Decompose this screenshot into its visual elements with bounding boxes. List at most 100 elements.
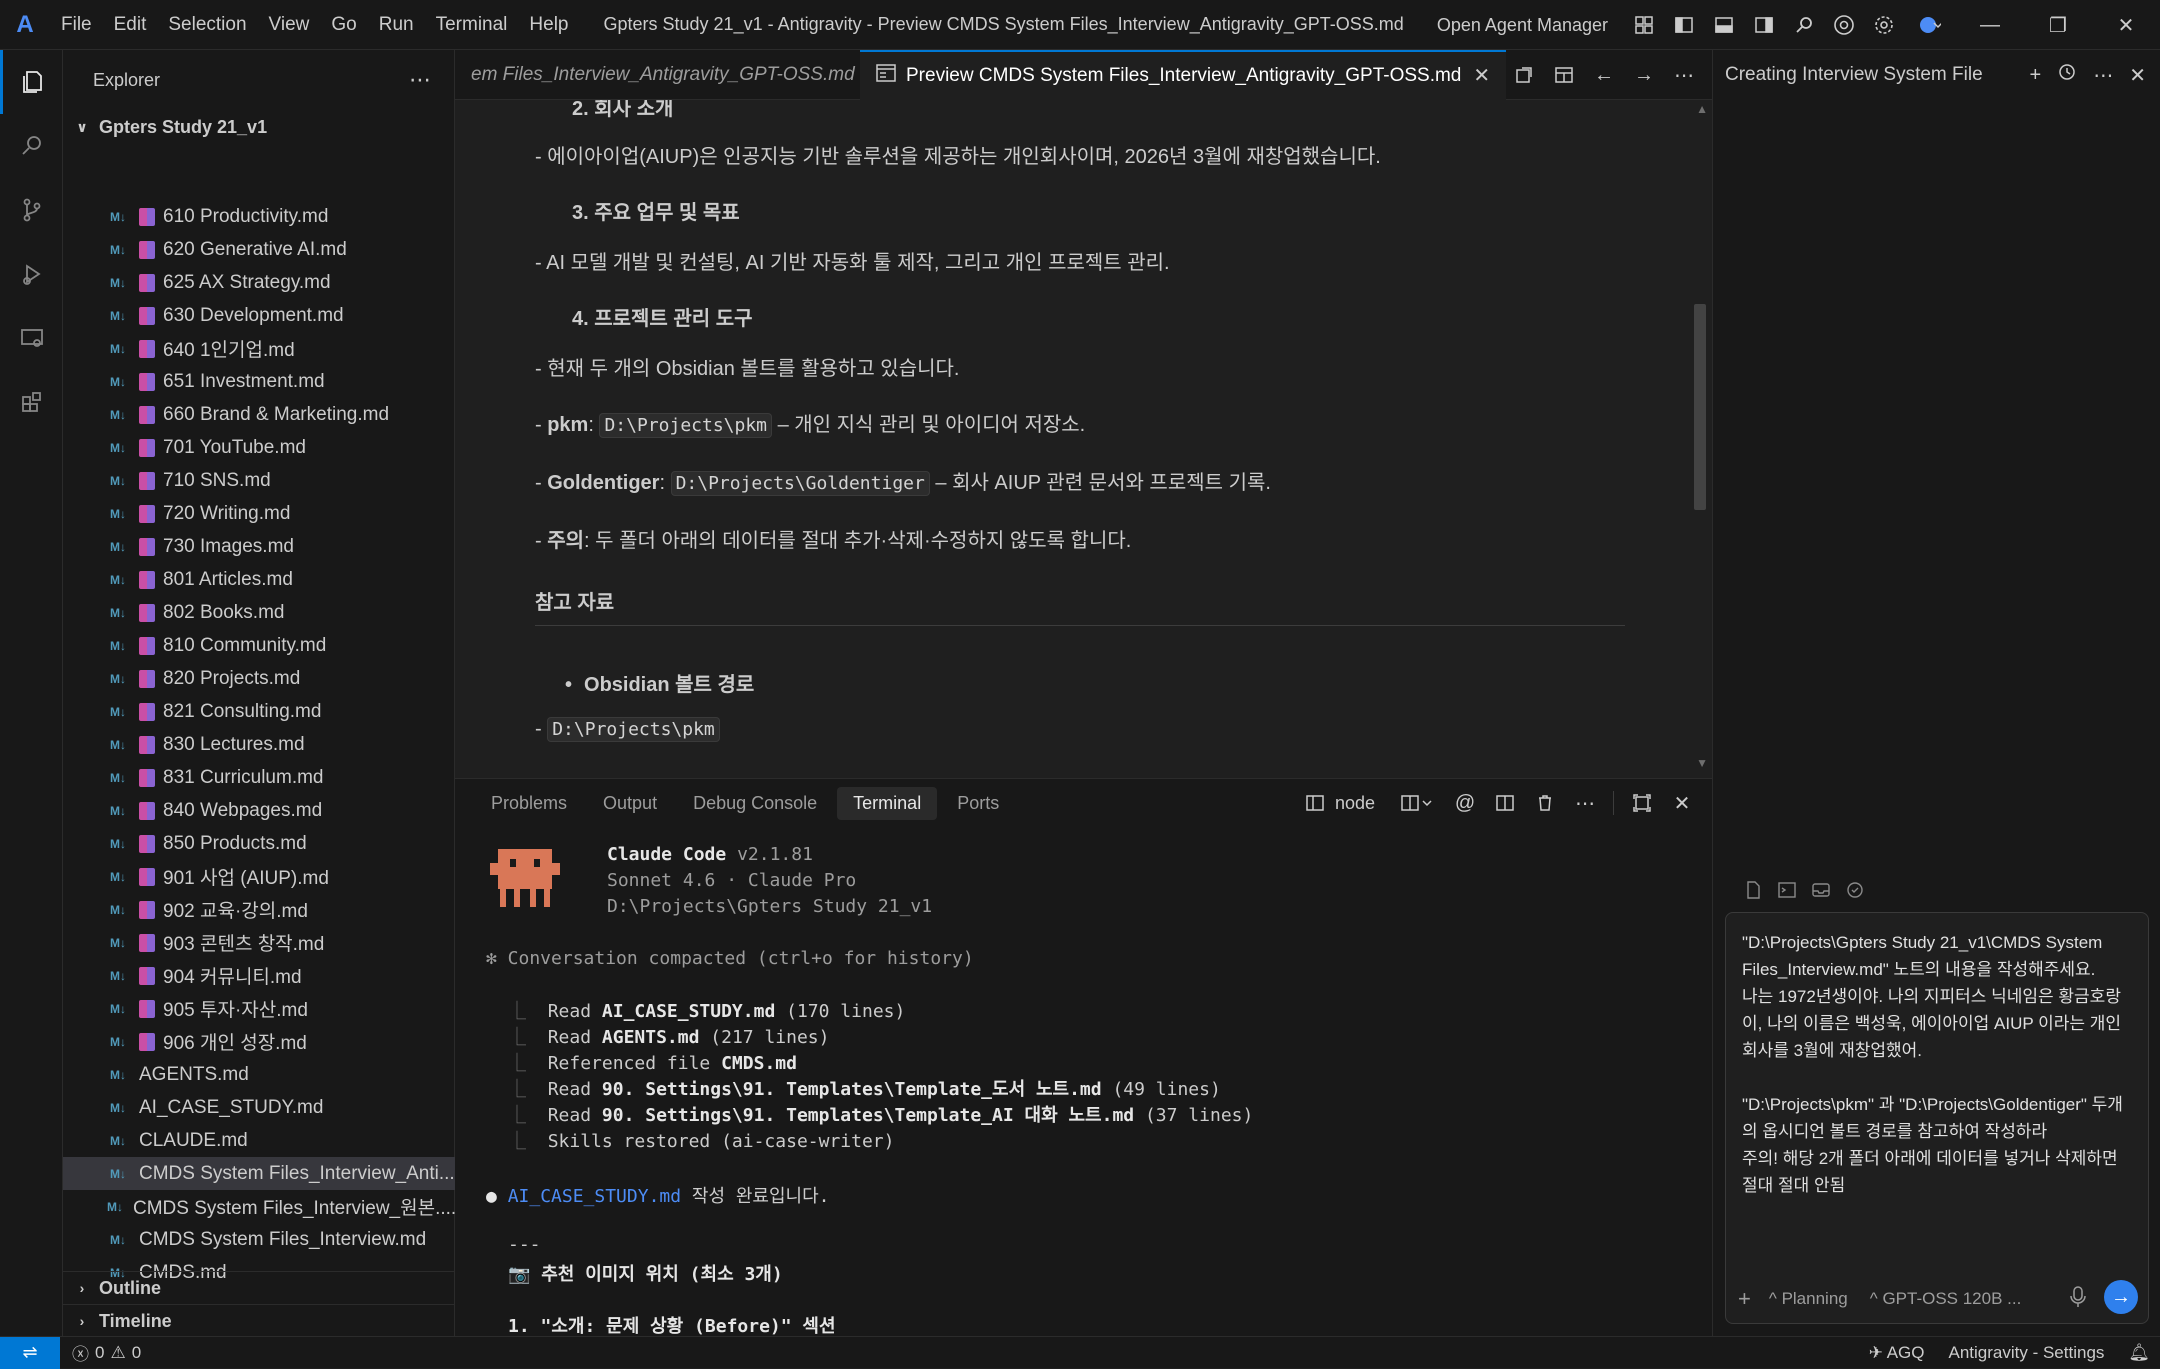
terminal-layout-icon[interactable] xyxy=(1301,789,1329,817)
shield-icon[interactable] xyxy=(1845,880,1865,905)
gear-icon[interactable] xyxy=(1870,11,1898,39)
restore-icon[interactable]: ❐ xyxy=(2024,0,2092,50)
settings-item[interactable]: Antigravity - Settings xyxy=(1949,1343,2105,1363)
tab-problems[interactable]: Problems xyxy=(475,787,583,820)
file-item[interactable]: M↓ AI_CASE_STUDY.md xyxy=(63,1091,455,1124)
search-icon[interactable] xyxy=(0,114,63,178)
trash-icon[interactable] xyxy=(1531,789,1559,817)
model-selector[interactable]: ^ GPT-OSS 120B ... xyxy=(1870,1289,2022,1309)
tab-ports[interactable]: Ports xyxy=(941,787,1015,820)
close-panel-icon[interactable]: ✕ xyxy=(1668,789,1696,817)
close-tab-icon[interactable]: ✕ xyxy=(1473,63,1490,88)
menu-view[interactable]: View xyxy=(258,0,321,50)
toggle-secondary-sidebar-icon[interactable] xyxy=(1750,11,1778,39)
open-agent-manager-button[interactable]: Open Agent Manager xyxy=(1437,15,1608,36)
mode-selector[interactable]: ^ Planning xyxy=(1769,1289,1848,1309)
file-item[interactable]: M↓ 840 Webpages.md xyxy=(63,794,455,827)
go-back-icon[interactable]: ← xyxy=(1590,61,1618,89)
close-agent-panel-icon[interactable]: ✕ xyxy=(2129,63,2146,88)
problems-indicator[interactable]: ⓧ 0 ⚠ 0 xyxy=(72,1340,141,1365)
file-item[interactable]: M↓ 651 Investment.md xyxy=(63,365,455,398)
customize-layout-icon[interactable] xyxy=(1630,11,1658,39)
terminal-output[interactable]: Claude Code v2.1.81 Sonnet 4.6 · Claude … xyxy=(455,827,1675,1337)
more-actions-icon[interactable]: ⋯ xyxy=(2093,63,2113,88)
go-forward-icon[interactable]: → xyxy=(1630,61,1658,89)
more-actions-icon[interactable]: ⋯ xyxy=(409,67,432,93)
file-item[interactable]: M↓ 831 Curriculum.md xyxy=(63,761,455,794)
explorer-icon[interactable] xyxy=(0,50,63,114)
file-item[interactable]: M↓ 830 Lectures.md xyxy=(63,728,455,761)
file-item[interactable]: M↓ 903 콘텐츠 창작.md xyxy=(63,926,455,959)
file-item[interactable]: M↓ 620 Generative AI.md xyxy=(63,233,455,266)
file-item[interactable]: M↓ CMDS System Files_Interview.md xyxy=(63,1223,455,1256)
remote-indicator-icon[interactable]: ⇌ xyxy=(0,1336,60,1369)
open-source-icon[interactable] xyxy=(1510,61,1538,89)
file-item[interactable]: M↓ 660 Brand & Marketing.md xyxy=(63,398,455,431)
mention-icon[interactable]: @ xyxy=(1451,789,1479,817)
workspace-folder[interactable]: ∨ Gpters Study 21_v1 xyxy=(63,110,454,144)
minimize-icon[interactable]: — xyxy=(1956,0,2024,50)
file-item[interactable]: M↓ 802 Books.md xyxy=(63,596,455,629)
terminal-icon[interactable] xyxy=(1777,880,1797,905)
history-icon[interactable] xyxy=(2057,62,2077,88)
send-button[interactable]: → xyxy=(2104,1280,2138,1314)
file-item[interactable]: M↓ AGENTS.md xyxy=(63,1058,455,1091)
toggle-panel-icon[interactable] xyxy=(1710,11,1738,39)
menu-selection[interactable]: Selection xyxy=(157,0,257,50)
microphone-icon[interactable] xyxy=(2070,1285,2086,1313)
menu-edit[interactable]: Edit xyxy=(103,0,158,50)
file-item[interactable]: M↓ 730 Images.md xyxy=(63,530,455,563)
account-icon[interactable] xyxy=(1910,11,1950,39)
menu-help[interactable]: Help xyxy=(518,0,579,50)
remote-explorer-icon[interactable] xyxy=(0,306,63,370)
scroll-down-arrow-icon[interactable]: ▼ xyxy=(1696,756,1708,770)
file-item[interactable]: M↓ 902 교육·강의.md xyxy=(63,893,455,926)
run-debug-icon[interactable] xyxy=(0,242,63,306)
tab-markdown-source[interactable]: em Files_Interview_Antigravity_GPT-OSS.m… xyxy=(455,50,860,100)
close-window-icon[interactable]: ✕ xyxy=(2092,0,2160,50)
file-item[interactable]: M↓ 640 1인기업.md xyxy=(63,332,455,365)
extensions-icon[interactable] xyxy=(0,370,63,434)
file-item[interactable]: M↓ 820 Projects.md xyxy=(63,662,455,695)
file-item[interactable]: M↓ 905 투자·자산.md xyxy=(63,992,455,1025)
file-item[interactable]: M↓ 821 Consulting.md xyxy=(63,695,455,728)
file-item[interactable]: M↓ 701 YouTube.md xyxy=(63,431,455,464)
preview-scrollbar[interactable] xyxy=(1694,304,1706,510)
file-item[interactable]: M↓ 850 Products.md xyxy=(63,827,455,860)
source-control-icon[interactable] xyxy=(0,178,63,242)
file-item[interactable]: M↓ 901 사업 (AIUP).md xyxy=(63,860,455,893)
more-actions-icon[interactable]: ⋯ xyxy=(1571,789,1599,817)
search-icon[interactable] xyxy=(1790,11,1818,39)
file-item[interactable]: M↓ CMDS System Files_Interview_Anti... xyxy=(63,1157,455,1190)
more-actions-icon[interactable]: ⋯ xyxy=(1670,61,1698,89)
split-editor-icon[interactable] xyxy=(1550,61,1578,89)
menu-terminal[interactable]: Terminal xyxy=(425,0,519,50)
file-item[interactable]: M↓ CLAUDE.md xyxy=(63,1124,455,1157)
toggle-primary-sidebar-icon[interactable] xyxy=(1670,11,1698,39)
file-item[interactable]: M↓ 801 Articles.md xyxy=(63,563,455,596)
chrome-icon[interactable] xyxy=(1830,11,1858,39)
file-item[interactable]: M↓ 906 개인 성장.md xyxy=(63,1025,455,1058)
bell-icon[interactable]: 🔔︎ xyxy=(2128,1343,2150,1363)
add-context-icon[interactable]: + xyxy=(1738,1286,1751,1312)
markdown-preview[interactable]: 2. 회사 소개 - 에이아이업(AIUP)은 인공지능 기반 솔루션을 제공하… xyxy=(455,100,1712,778)
file-item[interactable]: M↓ 720 Writing.md xyxy=(63,497,455,530)
timeline-section[interactable]: › Timeline xyxy=(63,1304,455,1337)
new-terminal-dropdown-icon[interactable] xyxy=(1395,789,1439,817)
menu-run[interactable]: Run xyxy=(368,0,425,50)
file-icon[interactable] xyxy=(1743,880,1763,905)
tab-preview[interactable]: Preview CMDS System Files_Interview_Anti… xyxy=(860,49,1507,100)
chat-input-box[interactable]: "D:\Projects\Gpters Study 21_v1\CMDS Sys… xyxy=(1725,912,2149,1324)
file-item[interactable]: M↓ 710 SNS.md xyxy=(63,464,455,497)
menu-file[interactable]: File xyxy=(50,0,103,50)
file-item[interactable]: M↓ CMDS System Files_Interview_원본.... xyxy=(63,1190,455,1223)
inbox-icon[interactable] xyxy=(1811,880,1831,905)
maximize-panel-icon[interactable] xyxy=(1628,789,1656,817)
tab-debug-console[interactable]: Debug Console xyxy=(677,787,833,820)
menu-go[interactable]: Go xyxy=(320,0,367,50)
outline-section[interactable]: › Outline xyxy=(63,1271,455,1304)
file-item[interactable]: M↓ 810 Community.md xyxy=(63,629,455,662)
tab-output[interactable]: Output xyxy=(587,787,673,820)
file-item[interactable]: M↓ 904 커뮤니티.md xyxy=(63,959,455,992)
file-item[interactable]: M↓ 630 Development.md xyxy=(63,299,455,332)
